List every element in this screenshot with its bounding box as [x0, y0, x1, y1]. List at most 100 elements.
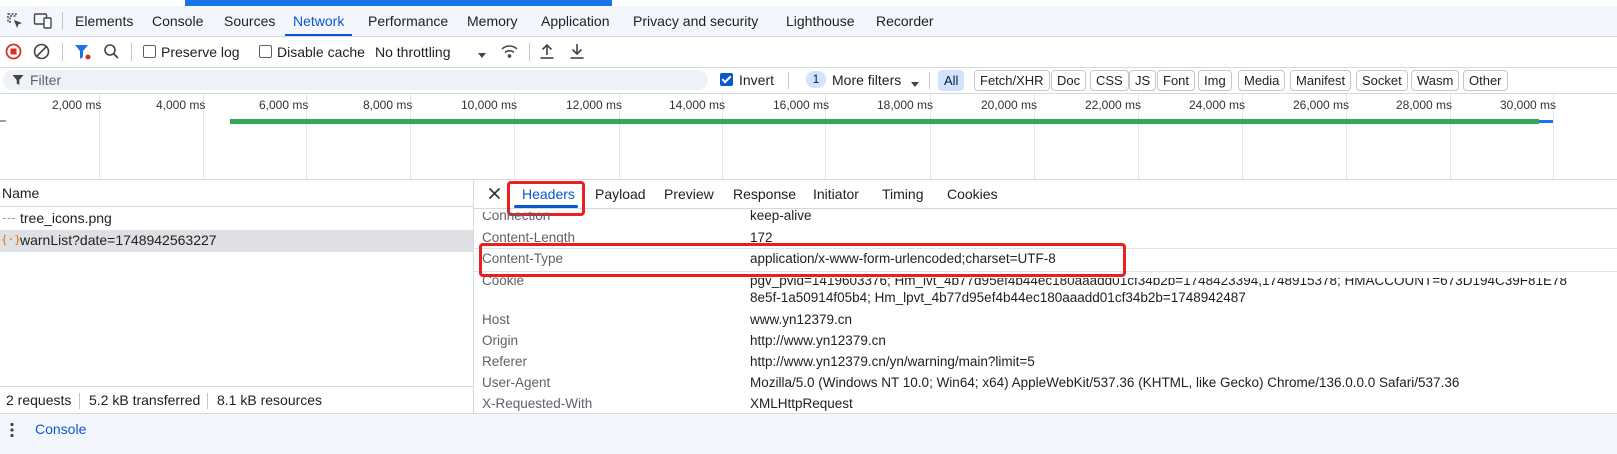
- detail-tab-payload[interactable]: Payload: [595, 186, 646, 202]
- detail-tab-initiator[interactable]: Initiator: [813, 186, 859, 202]
- tab-performance[interactable]: Performance: [368, 6, 448, 36]
- detail-tab-bar: Headers Payload Preview Response Initiat…: [474, 180, 1617, 209]
- tab-recorder[interactable]: Recorder: [876, 6, 934, 36]
- console-drawer: Console: [0, 413, 1617, 454]
- filter-icon: [12, 74, 24, 86]
- detail-tab-timing[interactable]: Timing: [882, 186, 924, 202]
- throttling-select[interactable]: No throttling: [375, 37, 450, 67]
- header-value: XMLHttpRequest: [750, 396, 853, 411]
- tab-network[interactable]: Network: [284, 6, 353, 36]
- device-toolbar-icon[interactable]: [33, 12, 53, 30]
- header-value: www.yn12379.cn: [750, 312, 853, 327]
- upload-icon[interactable]: [539, 42, 555, 60]
- timeline-tick: 28,000 ms: [1396, 98, 1453, 112]
- filter-bar: Filter Invert 1 More filters All Fetch/X…: [0, 68, 1617, 94]
- search-icon[interactable]: [103, 43, 120, 60]
- more-filters-chevron-icon[interactable]: [910, 77, 920, 87]
- timeline-tick: 18,000 ms: [877, 98, 934, 112]
- preserve-log-checkbox[interactable]: [143, 45, 156, 58]
- type-filter-socket[interactable]: Socket: [1356, 70, 1408, 91]
- request-detail-panel: Headers Payload Preview Response Initiat…: [474, 180, 1617, 413]
- tab-sources[interactable]: Sources: [224, 6, 275, 36]
- inspect-element-icon[interactable]: [6, 12, 24, 30]
- download-icon[interactable]: [569, 42, 585, 60]
- tab-application[interactable]: Application: [541, 6, 610, 36]
- header-value: Mozilla/5.0 (Windows NT 10.0; Win64; x64…: [750, 375, 1460, 390]
- name-header-label: Name: [2, 185, 40, 201]
- name-column-header[interactable]: Name: [0, 180, 473, 207]
- type-filter-wasm[interactable]: Wasm: [1411, 70, 1460, 91]
- tab-memory[interactable]: Memory: [467, 6, 518, 36]
- timeline-tick: 20,000 ms: [981, 98, 1038, 112]
- type-filter-css[interactable]: CSS: [1090, 70, 1129, 91]
- header-name: Origin: [482, 333, 519, 348]
- type-filter-fetch-xhr[interactable]: Fetch/XHR: [974, 70, 1050, 91]
- tab-elements[interactable]: Elements: [75, 6, 133, 36]
- timeline-tick: 6,000 ms: [259, 98, 309, 112]
- network-toolbar: Preserve log Disable cache No throttling: [0, 37, 1617, 68]
- close-icon[interactable]: [488, 187, 501, 200]
- network-conditions-icon[interactable]: [500, 43, 519, 60]
- header-value: http://www.yn12379.cn: [750, 333, 886, 348]
- timeline-tick: 24,000 ms: [1189, 98, 1246, 112]
- drawer-tab-console[interactable]: Console: [35, 421, 86, 437]
- timeline-tick: 8,000 ms: [363, 98, 413, 112]
- devtools-tab-bar: Elements Console Sources Network Perform…: [0, 6, 1617, 37]
- invert-checkbox[interactable]: [720, 73, 733, 86]
- tab-privacy-security[interactable]: Privacy and security: [633, 6, 758, 36]
- tab-lighthouse[interactable]: Lighthouse: [786, 6, 855, 36]
- type-filter-media[interactable]: Media: [1238, 70, 1286, 91]
- header-name: User-Agent: [482, 375, 551, 390]
- request-row[interactable]: tree_icons.png: [0, 208, 473, 230]
- status-bar: 2 requests 5.2 kB transferred 8.1 kB res…: [0, 386, 473, 414]
- timeline-overview[interactable]: 2,000 ms 4,000 ms 6,000 ms 8,000 ms 10,0…: [0, 94, 1617, 180]
- timeline-request-bar-short: [0, 120, 6, 122]
- timeline-tick: 12,000 ms: [566, 98, 623, 112]
- type-filter-font[interactable]: Font: [1157, 70, 1196, 91]
- type-filter-img[interactable]: Img: [1198, 70, 1232, 91]
- timeline-tick: 2,000 ms: [52, 98, 102, 112]
- request-count: 2 requests: [6, 392, 72, 408]
- request-name: tree_icons.png: [20, 210, 112, 226]
- image-file-icon: [3, 218, 15, 221]
- filter-input-box[interactable]: Filter: [3, 70, 708, 90]
- header-value: http://www.yn12379.cn/yn/warning/main?li…: [750, 354, 1035, 369]
- clear-icon[interactable]: [33, 43, 50, 60]
- more-options-icon[interactable]: [9, 422, 15, 438]
- request-name: warnList?date=1748942563227: [20, 232, 217, 248]
- type-filter-doc[interactable]: Doc: [1051, 70, 1087, 91]
- stop-recording-icon[interactable]: [5, 43, 22, 60]
- header-name: Referer: [482, 354, 528, 369]
- type-filter-manifest[interactable]: Manifest: [1290, 70, 1352, 91]
- request-list-panel: Name tree_icons.png {·} warnList?date=17…: [0, 180, 474, 413]
- preserve-log-label: Preserve log: [161, 44, 240, 60]
- timeline-request-bar-end: [1539, 120, 1553, 123]
- timeline-tick: 26,000 ms: [1293, 98, 1350, 112]
- chevron-down-icon[interactable]: [477, 48, 487, 58]
- invert-label: Invert: [739, 72, 775, 88]
- header-name: Host: [482, 312, 510, 327]
- disable-cache-checkbox[interactable]: [259, 45, 272, 58]
- content-type-highlight: [479, 243, 1126, 277]
- header-value-continued: 8e5f-1a50914f05b4; Hm_lpvt_4b77d95ef4b44…: [750, 290, 1246, 305]
- timeline-request-bar: [230, 119, 1539, 124]
- timeline-tick: 10,000 ms: [461, 98, 518, 112]
- disable-cache-label: Disable cache: [277, 44, 365, 60]
- headers-list: Connection keep-alive Content-Length 172…: [474, 208, 1617, 413]
- header-name: Connection: [482, 208, 551, 223]
- type-filter-other[interactable]: Other: [1463, 70, 1508, 91]
- filter-funnel-icon[interactable]: [74, 43, 91, 61]
- tab-console[interactable]: Console: [152, 6, 203, 36]
- detail-tab-preview[interactable]: Preview: [664, 186, 714, 202]
- filter-input[interactable]: Filter: [30, 70, 61, 90]
- detail-tab-cookies[interactable]: Cookies: [947, 186, 998, 202]
- more-filters-button[interactable]: More filters: [832, 68, 901, 93]
- request-row-selected[interactable]: {·} warnList?date=1748942563227: [0, 230, 473, 252]
- detail-tab-response[interactable]: Response: [733, 186, 796, 202]
- header-name: X-Requested-With: [482, 396, 593, 411]
- transferred-size: 5.2 kB transferred: [89, 392, 201, 408]
- timeline-tick: 16,000 ms: [773, 98, 830, 112]
- xhr-braces-icon: {·}: [1, 233, 21, 246]
- type-filter-js[interactable]: JS: [1129, 70, 1157, 91]
- type-filter-all[interactable]: All: [938, 70, 965, 91]
